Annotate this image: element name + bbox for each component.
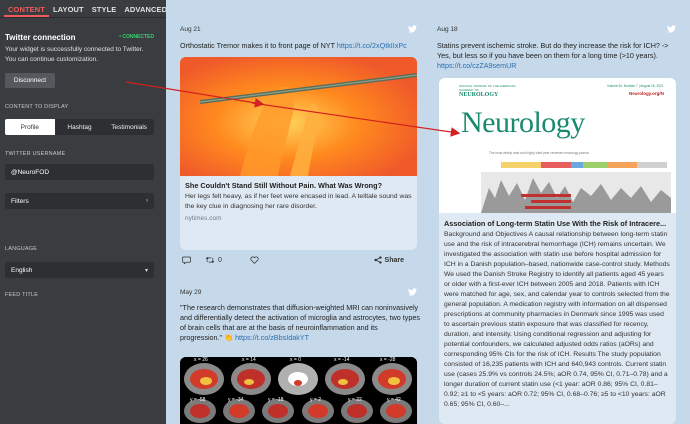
link-preview-description: Her legs felt heavy, as if her feet were… (185, 193, 412, 210)
username-input[interactable]: @NeuroFOD (5, 164, 154, 180)
language-select[interactable]: English ▾ (5, 262, 154, 278)
chevron-right-icon: › (146, 198, 148, 204)
mri-label: y = 42 (387, 397, 401, 403)
mri-label: x = 0 (290, 357, 301, 363)
content-to-display-label: CONTENT TO DISPLAY (5, 104, 69, 110)
tweet-link[interactable]: https://t.co/czZA9semUR (437, 61, 516, 70)
username-label: TWITTER USERNAME (5, 151, 66, 157)
journal-tagline: The most widely read and highly cited pe… (489, 151, 589, 155)
tweet-card-1[interactable]: Aug 21 Orthostatic Tremor makes it to fr… (170, 20, 426, 276)
language-label: LANGUAGE (5, 246, 38, 252)
tab-content[interactable]: CONTENT (4, 0, 49, 17)
tweet-text: Orthostatic Tremor makes it to front pag… (180, 41, 407, 50)
link-preview-description: Background and Objectives A causal relat… (444, 231, 670, 408)
content-type-selector: Profile Hashtag Testimonials (5, 119, 154, 135)
disconnect-button[interactable]: Disconnect (5, 73, 55, 88)
username-value: @NeuroFOD (11, 168, 50, 176)
clap-emoji: 👏 (224, 333, 234, 342)
journal-issue: Volume 94, Number 7 | August 18, 2021 (607, 84, 664, 88)
mri-label: y = -34 (228, 397, 244, 403)
connection-message: Your widget is successfully connected to… (5, 46, 144, 63)
mri-label: x = 26 (194, 357, 208, 363)
link-preview-source: nytimes.com (185, 215, 222, 222)
tweet-link[interactable]: https://t.co/2xQtkIIxPc (337, 41, 407, 50)
tweet-date: May 29 (180, 289, 202, 296)
tweet-text: Statins prevent ischemic stroke. But do … (437, 41, 669, 70)
share-button[interactable]: Share (373, 256, 404, 264)
heart-icon[interactable] (250, 256, 259, 264)
mri-label: y = 2 (310, 397, 321, 403)
tweet-date: Aug 21 (180, 26, 201, 33)
journal-url: Neurology.org/N (629, 91, 664, 96)
journal-sub: NEUROLOGY (459, 92, 499, 98)
retweet-count: 0 (218, 256, 222, 264)
tweet-card-2[interactable]: Aug 18 Statins prevent ischemic stroke. … (429, 20, 685, 424)
journal-cover-image: OFFICIAL JOURNAL OF THE AMERICAN ACADEMY… (439, 78, 676, 213)
journal-super: OFFICIAL JOURNAL OF THE AMERICAN ACADEMY… (459, 84, 516, 92)
link-preview-card[interactable]: She Couldn't Stand Still Without Pain. W… (180, 57, 417, 250)
article-image (180, 57, 417, 176)
option-hashtag[interactable]: Hashtag (55, 119, 105, 135)
retweet-icon (205, 256, 215, 264)
mri-label: x = -28 (380, 357, 396, 363)
chevron-down-icon: ▾ (144, 267, 148, 274)
mri-label: y = -58 (190, 397, 206, 403)
mri-label: x = -14 (334, 357, 350, 363)
tab-advanced[interactable]: ADVANCED (120, 0, 171, 17)
tweet-date: Aug 18 (437, 26, 458, 33)
share-label: Share (384, 256, 404, 264)
filters-expander[interactable]: Filters › (5, 193, 154, 209)
twitter-bird-icon (667, 25, 676, 33)
mri-brain-slices: x = 26 x = 14 x = 0 x = -14 x = -28 y = … (180, 357, 417, 424)
settings-sidebar: CONTENT LAYOUT STYLE ADVANCED Twitter co… (0, 0, 167, 424)
mri-label: x = 14 (242, 357, 256, 363)
tab-layout[interactable]: LAYOUT (49, 0, 88, 17)
retweet-button[interactable]: 0 (205, 256, 236, 264)
feed-title-label: FEED TITLE (5, 292, 39, 298)
tweet-actions: 0 Share (182, 256, 418, 264)
twitter-bird-icon (408, 288, 417, 296)
share-icon (373, 256, 382, 264)
option-profile[interactable]: Profile (5, 119, 55, 135)
filters-label: Filters (11, 197, 29, 205)
link-preview-caption: She Couldn't Stand Still Without Pain. W… (185, 181, 412, 222)
connection-status-badge: • CONNECTED (119, 34, 154, 40)
link-preview-card[interactable]: OFFICIAL JOURNAL OF THE AMERICAN ACADEMY… (439, 78, 676, 424)
link-preview-caption: Association of Long-term Statin Use With… (444, 219, 671, 410)
twitter-bird-icon (408, 25, 417, 33)
language-value: English (11, 266, 33, 274)
tab-style[interactable]: STYLE (88, 0, 121, 17)
mri-figure-image[interactable]: x = 26 x = 14 x = 0 x = -14 x = -28 y = … (180, 357, 417, 424)
settings-tabs: CONTENT LAYOUT STYLE ADVANCED (0, 0, 167, 18)
link-preview-title: She Couldn't Stand Still Without Pain. W… (185, 181, 383, 190)
mri-label: y = 22 (348, 397, 362, 403)
tweet-link[interactable]: https://t.co/zBbsIdakYT (235, 333, 309, 342)
tweet-text: "The research demonstrates that diffusio… (180, 303, 420, 342)
journal-name: Neurology (461, 106, 585, 139)
link-preview-title: Association of Long-term Statin Use With… (444, 219, 667, 228)
option-testimonials[interactable]: Testimonials (104, 119, 154, 135)
journal-figure (481, 158, 671, 213)
comment-icon[interactable] (182, 256, 191, 264)
tweet-card-3[interactable]: May 29 "The research demonstrates that d… (170, 281, 426, 424)
mri-label: y = -18 (268, 397, 284, 403)
